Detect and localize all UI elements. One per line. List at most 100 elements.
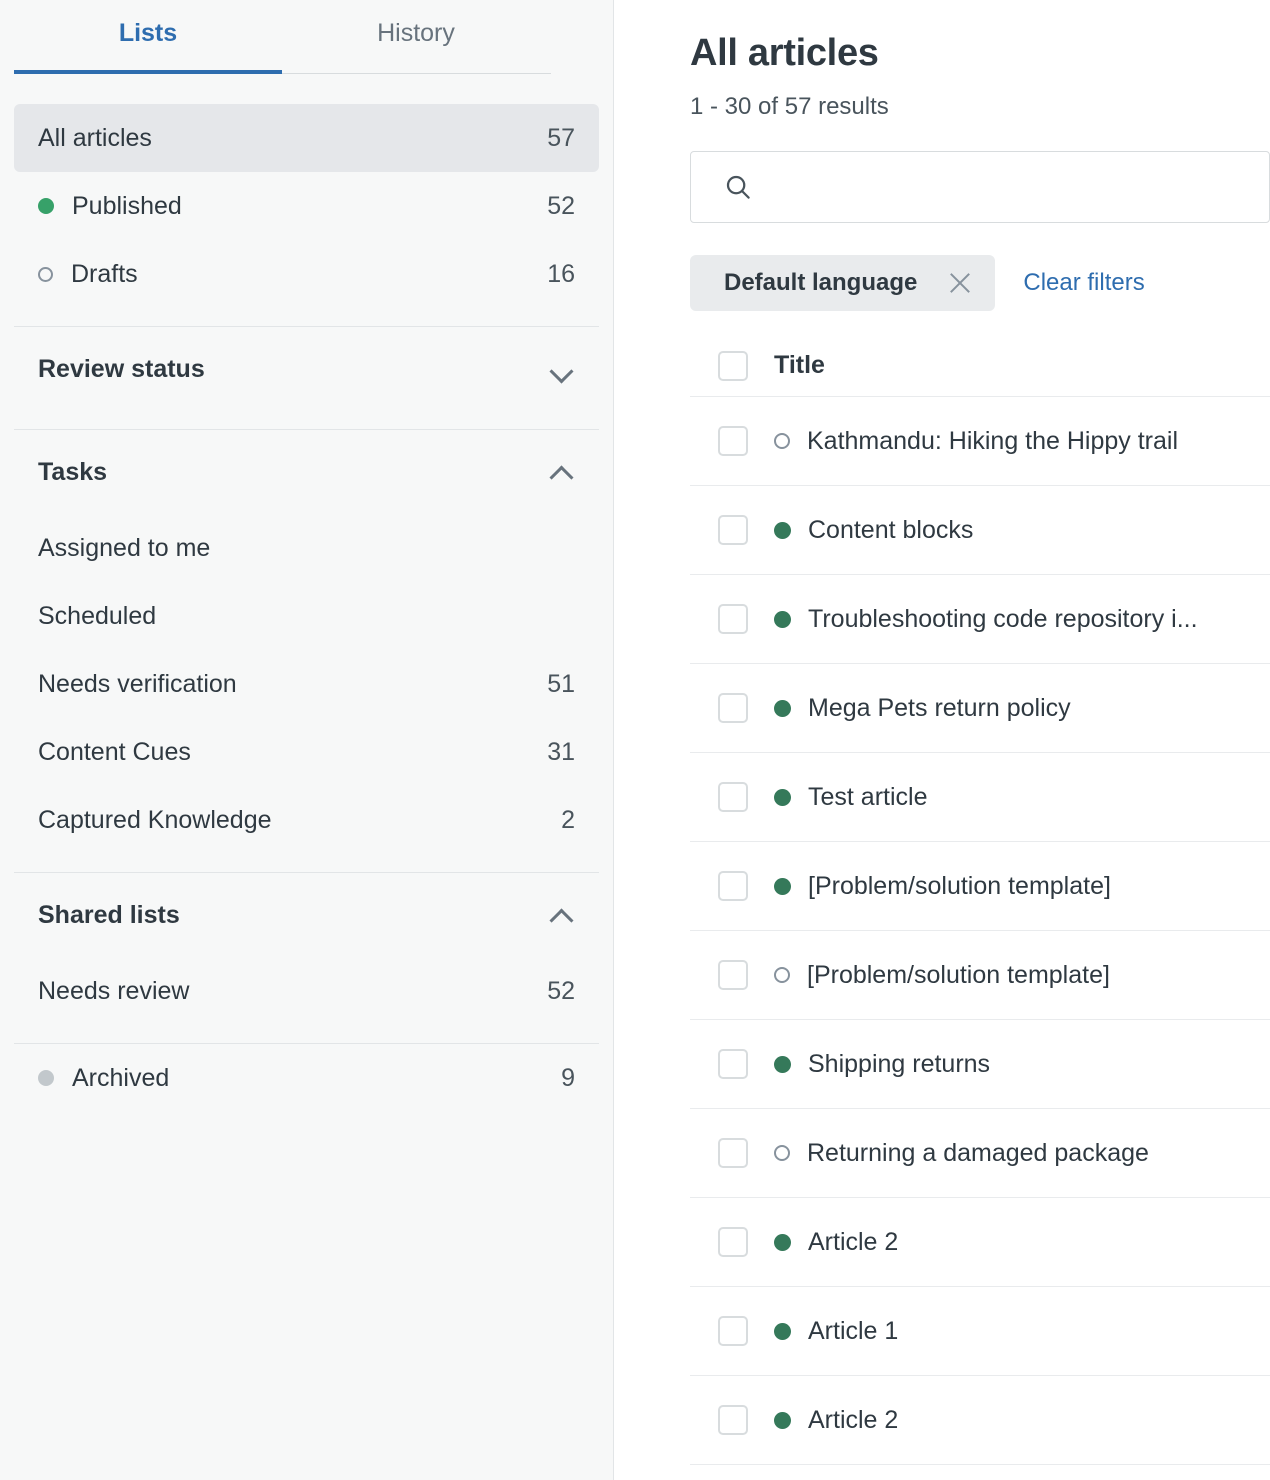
article-title[interactable]: Article 1 <box>808 1317 898 1346</box>
article-title[interactable]: Kathmandu: Hiking the Hippy trail <box>807 427 1178 456</box>
filter-chip-label: Default language <box>724 269 917 297</box>
row-checkbox[interactable] <box>718 515 748 545</box>
sidebar-section-shared-lists[interactable]: Shared lists <box>14 873 599 957</box>
sidebar-tabs: Lists History <box>0 0 613 74</box>
sidebar-item-scheduled-label: Scheduled <box>38 602 575 631</box>
table-row[interactable]: Test article <box>690 753 1270 842</box>
search-icon <box>723 172 753 202</box>
search-input[interactable] <box>753 173 1269 201</box>
row-checkbox[interactable] <box>718 693 748 723</box>
page-title: All articles <box>690 32 1270 75</box>
sidebar-section-review-status-label: Review status <box>38 355 549 384</box>
row-checkbox[interactable] <box>718 1138 748 1168</box>
published-status-dot-icon <box>774 1234 791 1251</box>
table-row[interactable]: Troubleshooting code repository i... <box>690 575 1270 664</box>
table-row[interactable]: Kathmandu: Hiking the Hippy trail <box>690 397 1270 486</box>
sidebar-item-captured-knowledge-label: Captured Knowledge <box>38 806 561 835</box>
row-checkbox[interactable] <box>718 426 748 456</box>
sidebar-item-published[interactable]: Published 52 <box>14 172 599 240</box>
tab-lists[interactable]: Lists <box>14 0 282 74</box>
sidebar-item-archived-count: 9 <box>561 1064 575 1093</box>
published-status-dot-icon <box>38 198 54 214</box>
article-title[interactable]: Article 2 <box>808 1228 898 1257</box>
chevron-up-icon[interactable] <box>549 459 575 485</box>
table-row[interactable]: Returning a damaged package <box>690 1109 1270 1198</box>
draft-status-circle-icon <box>38 267 53 282</box>
sidebar-item-needs-verification-count: 51 <box>547 670 575 699</box>
sidebar-item-all-articles-count: 57 <box>547 124 575 153</box>
archived-status-dot-icon <box>38 1070 54 1086</box>
row-checkbox[interactable] <box>718 1405 748 1435</box>
row-checkbox[interactable] <box>718 1049 748 1079</box>
sidebar-item-archived[interactable]: Archived 9 <box>14 1044 599 1112</box>
table-row[interactable]: Article 2 <box>690 1198 1270 1287</box>
table-row[interactable]: Mega Pets return policy <box>690 664 1270 753</box>
table-row[interactable]: Content blocks <box>690 486 1270 575</box>
published-status-dot-icon <box>774 611 791 628</box>
table-row[interactable]: [Problem/solution template] <box>690 842 1270 931</box>
published-status-dot-icon <box>774 1323 791 1340</box>
article-title[interactable]: Mega Pets return policy <box>808 694 1071 723</box>
table-row[interactable]: [Problem/solution template] <box>690 931 1270 1020</box>
row-checkbox[interactable] <box>718 871 748 901</box>
sidebar-item-content-cues[interactable]: Content Cues 31 <box>14 718 599 786</box>
sidebar-item-assigned-to-me-label: Assigned to me <box>38 534 575 563</box>
row-checkbox[interactable] <box>718 782 748 812</box>
articles-table: Title Kathmandu: Hiking the Hippy trail … <box>690 335 1270 1465</box>
article-title[interactable]: Troubleshooting code repository i... <box>808 605 1198 634</box>
sidebar-item-needs-verification[interactable]: Needs verification 51 <box>14 650 599 718</box>
sidebar-item-needs-review-count: 52 <box>547 977 575 1006</box>
chevron-up-icon[interactable] <box>549 902 575 928</box>
row-checkbox[interactable] <box>718 1227 748 1257</box>
select-all-checkbox[interactable] <box>718 351 748 381</box>
sidebar-item-drafts-label: Drafts <box>71 260 547 289</box>
article-title[interactable]: [Problem/solution template] <box>808 872 1111 901</box>
sidebar-item-all-articles[interactable]: All articles 57 <box>14 104 599 172</box>
table-header-row: Title <box>690 335 1270 397</box>
sidebar-section-tasks[interactable]: Tasks <box>14 430 599 514</box>
published-status-dot-icon <box>774 700 791 717</box>
tab-history[interactable]: History <box>282 0 550 74</box>
sidebar-item-drafts[interactable]: Drafts 16 <box>14 240 599 308</box>
sidebar-item-needs-review-label: Needs review <box>38 977 547 1006</box>
table-row[interactable]: Article 2 <box>690 1376 1270 1465</box>
sidebar-section-review-status[interactable]: Review status <box>14 327 599 411</box>
article-title[interactable]: Test article <box>808 783 927 812</box>
results-count: 1 - 30 of 57 results <box>690 93 1270 121</box>
row-checkbox[interactable] <box>718 604 748 634</box>
published-status-dot-icon <box>774 789 791 806</box>
sidebar-item-needs-review[interactable]: Needs review 52 <box>14 957 599 1025</box>
article-title[interactable]: Article 2 <box>808 1406 898 1435</box>
row-checkbox[interactable] <box>718 960 748 990</box>
published-status-dot-icon <box>774 878 791 895</box>
row-checkbox[interactable] <box>718 1316 748 1346</box>
article-title[interactable]: Shipping returns <box>808 1050 990 1079</box>
column-header-title: Title <box>774 351 825 380</box>
search-box[interactable] <box>690 151 1270 223</box>
table-row[interactable]: Article 1 <box>690 1287 1270 1376</box>
sidebar-item-scheduled[interactable]: Scheduled <box>14 582 599 650</box>
tab-history-label: History <box>377 19 455 48</box>
close-icon[interactable] <box>947 270 973 296</box>
sidebar-item-content-cues-label: Content Cues <box>38 738 547 767</box>
published-status-dot-icon <box>774 1056 791 1073</box>
table-row[interactable]: Shipping returns <box>690 1020 1270 1109</box>
sidebar-section-tasks-label: Tasks <box>38 458 549 487</box>
sidebar-item-captured-knowledge[interactable]: Captured Knowledge 2 <box>14 786 599 854</box>
sidebar-item-content-cues-count: 31 <box>547 738 575 767</box>
sidebar-item-drafts-count: 16 <box>547 260 575 289</box>
article-title[interactable]: Returning a damaged package <box>807 1139 1149 1168</box>
sidebar: Lists History All articles 57 Published … <box>0 0 614 1480</box>
draft-status-circle-icon <box>774 1145 790 1161</box>
chevron-down-icon[interactable] <box>549 356 575 382</box>
sidebar-item-assigned-to-me[interactable]: Assigned to me <box>14 514 599 582</box>
published-status-dot-icon <box>774 522 791 539</box>
sidebar-body: All articles 57 Published 52 Drafts 16 R… <box>0 74 613 1112</box>
sidebar-item-published-count: 52 <box>547 192 575 221</box>
article-title[interactable]: [Problem/solution template] <box>807 961 1110 990</box>
filter-chip-default-language[interactable]: Default language <box>690 255 995 311</box>
article-title[interactable]: Content blocks <box>808 516 973 545</box>
sidebar-item-all-articles-label: All articles <box>38 124 547 153</box>
clear-filters-link[interactable]: Clear filters <box>1023 269 1144 297</box>
sidebar-item-captured-knowledge-count: 2 <box>561 806 575 835</box>
